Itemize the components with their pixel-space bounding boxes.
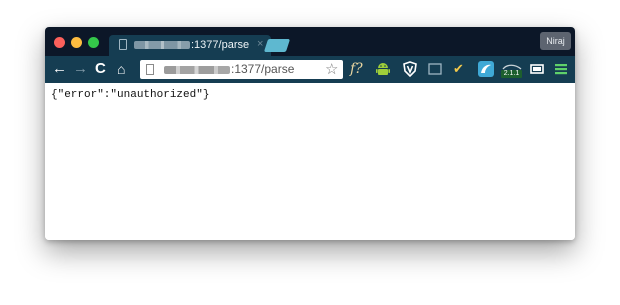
shield-icon[interactable] [402, 61, 418, 78]
android-icon[interactable] [375, 61, 391, 77]
minimize-window-button[interactable] [71, 37, 82, 48]
bookmark-star-icon[interactable]: ☆ [325, 60, 338, 78]
reload-button[interactable]: C [95, 60, 106, 78]
page-icon [119, 39, 127, 50]
browser-toolbar: ← → C ⌂ :1377/parse ☆ f? ✔ 2.1.1 [45, 56, 575, 83]
tab-title: :1377/parse [191, 39, 250, 51]
badge-extension-icon[interactable]: 2.1.1 [501, 61, 522, 78]
url-text: :1377/parse [231, 62, 295, 76]
title-bar: :1377/parse × Niraj [45, 27, 575, 56]
json-response: {"error":"unauthorized"} [51, 89, 210, 101]
screen-capture-icon[interactable] [529, 61, 545, 77]
page-icon [146, 64, 154, 75]
address-bar[interactable]: :1377/parse ☆ [140, 60, 343, 79]
browser-window: :1377/parse × Niraj ← → C ⌂ :1377/parse … [45, 27, 575, 240]
maximize-window-button[interactable] [88, 37, 99, 48]
cast-icon[interactable] [427, 61, 443, 77]
tab-close-icon[interactable]: × [257, 38, 263, 50]
page-content: {"error":"unauthorized"} [45, 83, 575, 240]
close-window-button[interactable] [54, 37, 65, 48]
redacted-host [134, 41, 190, 49]
home-button[interactable]: ⌂ [117, 60, 125, 78]
checkmark-icon[interactable]: ✔ [453, 61, 469, 77]
version-badge: 2.1.1 [501, 70, 522, 78]
new-tab-button[interactable] [263, 39, 291, 52]
redacted-host [164, 66, 230, 74]
back-button[interactable]: ← [52, 60, 67, 78]
menu-icon[interactable] [553, 61, 569, 77]
wave-extension-icon[interactable] [478, 61, 494, 77]
forward-button[interactable]: → [73, 60, 88, 78]
f-extension-icon[interactable]: f? [350, 61, 366, 77]
active-tab[interactable]: :1377/parse × [109, 35, 271, 56]
profile-button[interactable]: Niraj [540, 32, 571, 50]
